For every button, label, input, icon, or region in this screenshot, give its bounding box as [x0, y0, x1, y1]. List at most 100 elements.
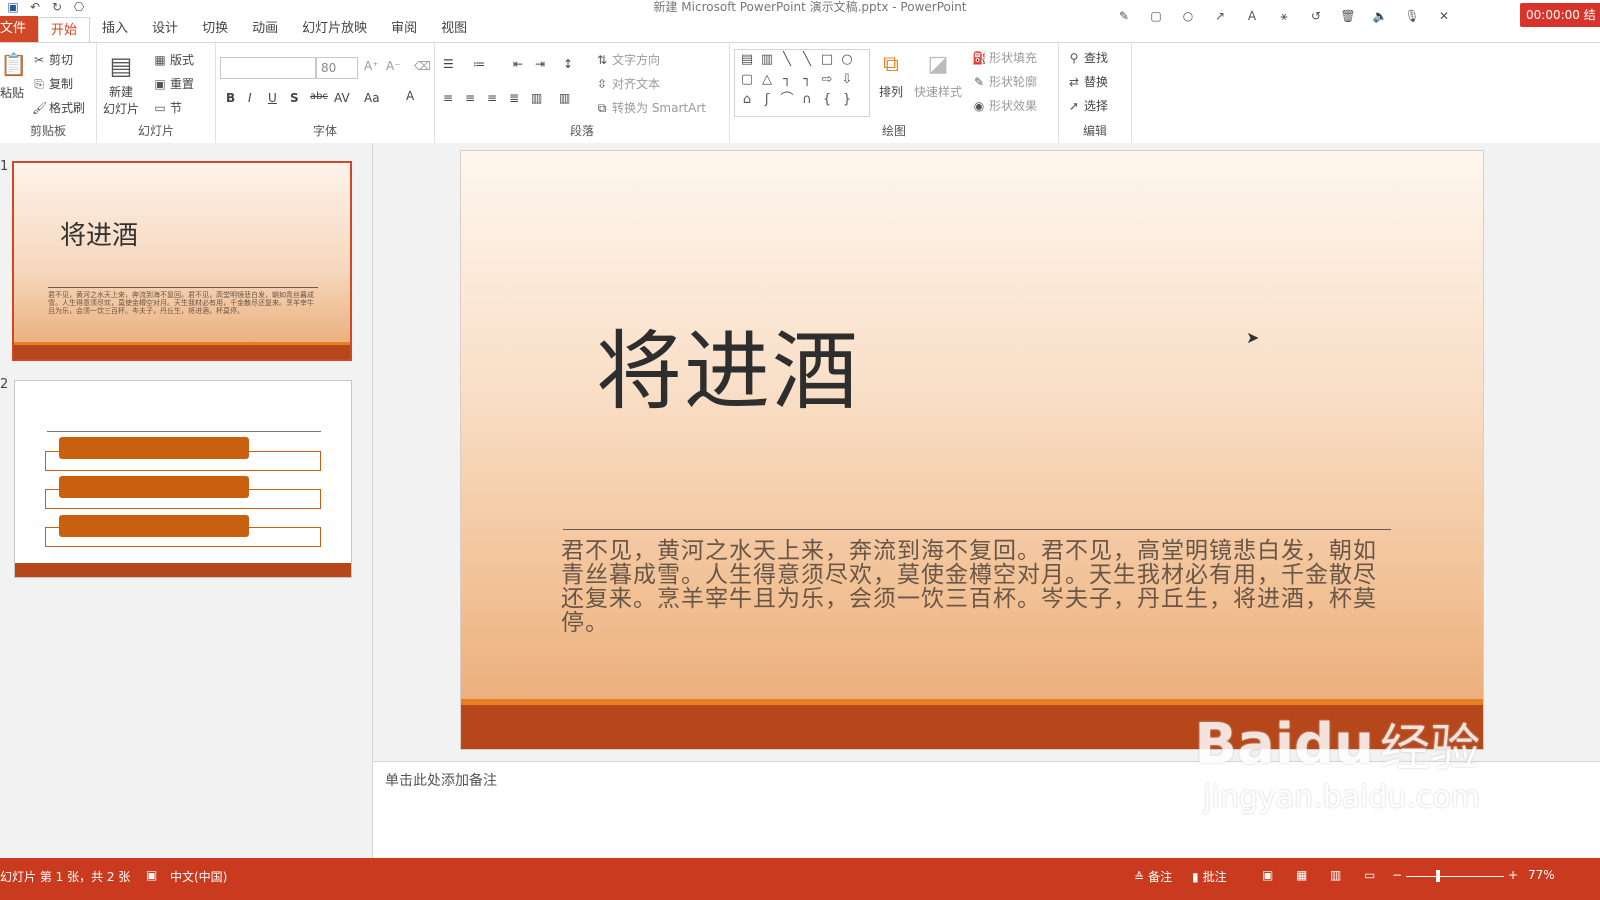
oval-shape-icon[interactable]: ○: [839, 52, 855, 68]
rectangle-icon[interactable]: ▢: [1147, 7, 1165, 25]
language-status[interactable]: 中文(中国): [170, 868, 227, 885]
shape-effects-button[interactable]: ◉ 形状效果: [972, 97, 1037, 114]
shape-outline-button[interactable]: ✎ 形状轮廓: [972, 73, 1037, 90]
shadow-icon[interactable]: S: [290, 91, 299, 105]
cut-button[interactable]: ✂ 剪切: [32, 51, 73, 68]
justify-icon[interactable]: ≣: [509, 91, 519, 105]
slide-sorter-icon[interactable]: ▦: [1296, 868, 1307, 882]
speaker-icon[interactable]: 🔈: [1371, 7, 1389, 25]
align-text-button[interactable]: ⇳ 对齐文本: [595, 75, 660, 92]
rounded-rect-shape-icon[interactable]: ▢: [739, 72, 755, 88]
reset-button[interactable]: ▣ 重置: [153, 75, 194, 92]
shape-fill-button[interactable]: ⛽ 形状填充: [972, 49, 1037, 66]
tab-review[interactable]: 审阅: [379, 16, 429, 42]
columns-icon[interactable]: ▥: [559, 91, 570, 105]
record-timer[interactable]: 00:00:00 结: [1520, 3, 1600, 27]
layout-button[interactable]: ▦ 版式: [153, 51, 194, 68]
clear-format-icon[interactable]: ⌫: [414, 59, 431, 73]
copy-button[interactable]: ⎘ 复制: [32, 75, 73, 92]
reading-view-icon[interactable]: ▥: [1330, 868, 1341, 882]
zoom-slider[interactable]: [1406, 876, 1504, 877]
distribute-icon[interactable]: ▥: [531, 91, 542, 105]
close-icon[interactable]: ✕: [1435, 7, 1453, 25]
slide-thumbnail-1[interactable]: 将进酒 君不见，黄河之水天上来，奔流到海不复回。君不见，高堂明镜悲白发，朝如青丝…: [12, 161, 352, 361]
slideshow-view-icon[interactable]: ▭: [1364, 868, 1375, 882]
strikethrough-icon[interactable]: abc: [310, 91, 328, 102]
underline-icon[interactable]: U: [268, 91, 277, 105]
tab-view[interactable]: 视图: [429, 16, 479, 42]
microphone-icon[interactable]: 🎙: [1403, 7, 1421, 25]
zoom-slider-thumb[interactable]: [1436, 870, 1440, 882]
tab-transitions[interactable]: 切换: [190, 16, 240, 42]
section-button[interactable]: ▭ 节: [153, 99, 182, 116]
normal-view-icon[interactable]: ▣: [1262, 868, 1273, 882]
slide-title[interactable]: 将进酒: [596, 301, 860, 426]
zoom-level[interactable]: 77%: [1528, 868, 1555, 882]
shrink-font-icon[interactable]: A⁻: [386, 59, 401, 73]
arrange-button[interactable]: ⧉ 排列: [878, 51, 904, 100]
arrow-icon[interactable]: ↗: [1211, 7, 1229, 25]
brace-left-shape-icon[interactable]: {: [819, 92, 835, 108]
notes-toggle[interactable]: ≙ 备注: [1134, 868, 1172, 885]
arc-shape-icon[interactable]: ⌒: [779, 92, 795, 108]
circle-icon[interactable]: ○: [1179, 7, 1197, 25]
format-painter-button[interactable]: 🖌 格式刷: [32, 99, 85, 116]
undo-icon[interactable]: ↶: [28, 0, 42, 14]
redo-icon[interactable]: ↻: [50, 0, 64, 14]
notes-placeholder[interactable]: 单击此处添加备注: [385, 770, 497, 790]
font-size-combo[interactable]: 80: [316, 57, 358, 79]
curve-shape-icon[interactable]: ∩: [799, 92, 815, 108]
align-center-icon[interactable]: ≡: [465, 91, 475, 105]
comments-toggle[interactable]: ▮ 批注: [1192, 868, 1227, 885]
scribble-shape-icon[interactable]: ʃ: [759, 92, 775, 108]
align-right-icon[interactable]: ≡: [487, 91, 497, 105]
replace-button[interactable]: ⇄ 替换: [1067, 73, 1108, 90]
text-direction-button[interactable]: ⇅ 文字方向: [595, 51, 660, 68]
zoom-out-icon[interactable]: −: [1392, 868, 1402, 882]
spellcheck-icon[interactable]: ▣: [146, 868, 157, 882]
bold-icon[interactable]: B: [226, 91, 235, 105]
numbering-icon[interactable]: ≔: [473, 57, 485, 71]
current-slide[interactable]: 将进酒 君不见，黄河之水天上来，奔流到海不复回。君不见，高堂明镜悲白发，朝如青丝…: [460, 150, 1484, 750]
line-shape-icon[interactable]: ╲: [779, 52, 795, 68]
down-arrow-shape-icon[interactable]: ⇩: [839, 72, 855, 88]
right-arrow-shape-icon[interactable]: ⇨: [819, 72, 835, 88]
decrease-indent-icon[interactable]: ⇤: [513, 57, 523, 71]
presenter-icon[interactable]: ⎔: [72, 0, 86, 14]
shapes-gallery[interactable]: ▤ ▥ ╲ ╲ □ ○ ▢ △ ┐ ┐ ⇨ ⇩ ⌂ ʃ ⌒ ∩ { }: [734, 49, 870, 117]
arrow-line-shape-icon[interactable]: ╲: [799, 52, 815, 68]
elbow-arrow-shape-icon[interactable]: ┐: [799, 72, 815, 88]
triangle-shape-icon[interactable]: △: [759, 72, 775, 88]
paste-button[interactable]: 📋 粘贴: [0, 51, 27, 101]
quick-styles-button[interactable]: ◪ 快速样式: [914, 51, 962, 100]
textbox-shape-icon[interactable]: ▤: [739, 52, 755, 68]
undo-annotation-icon[interactable]: ↺: [1307, 7, 1325, 25]
tab-home[interactable]: 开始: [38, 17, 91, 42]
tab-animations[interactable]: 动画: [240, 16, 290, 42]
font-name-combo[interactable]: [220, 57, 316, 79]
tab-file[interactable]: 文件: [0, 16, 39, 42]
rectangle-shape-icon[interactable]: □: [819, 52, 835, 68]
line-spacing-icon[interactable]: ↕: [563, 57, 573, 71]
freeform-shape-icon[interactable]: ⌂: [739, 92, 755, 108]
magic-wand-icon[interactable]: ⚹: [1275, 7, 1293, 25]
brace-right-shape-icon[interactable]: }: [839, 92, 855, 108]
slide-body-text[interactable]: 君不见，黄河之水天上来，奔流到海不复回。君不见，高堂明镜悲白发，朝如青丝暮成雪。…: [561, 539, 1391, 635]
increase-indent-icon[interactable]: ⇥: [535, 57, 545, 71]
new-slide-button[interactable]: ▤ 新建 幻灯片: [103, 49, 139, 117]
slide-thumbnail-2[interactable]: [14, 380, 352, 578]
text-tool-icon[interactable]: A: [1243, 7, 1261, 25]
italic-icon[interactable]: I: [248, 91, 252, 105]
tab-design[interactable]: 设计: [140, 16, 190, 42]
save-icon[interactable]: ▣: [6, 0, 20, 14]
bullets-icon[interactable]: ☰: [443, 57, 454, 71]
change-case-icon[interactable]: Aa: [364, 91, 380, 105]
align-left-icon[interactable]: ≡: [443, 91, 453, 105]
font-color-icon[interactable]: A: [406, 89, 414, 103]
select-button[interactable]: ➚ 选择: [1067, 97, 1108, 114]
char-spacing-icon[interactable]: AV: [334, 91, 350, 105]
tab-insert[interactable]: 插入: [90, 16, 140, 42]
elbow-connector-shape-icon[interactable]: ┐: [779, 72, 795, 88]
tab-slideshow[interactable]: 幻灯片放映: [290, 16, 379, 42]
trash-icon[interactable]: 🗑: [1339, 7, 1357, 25]
